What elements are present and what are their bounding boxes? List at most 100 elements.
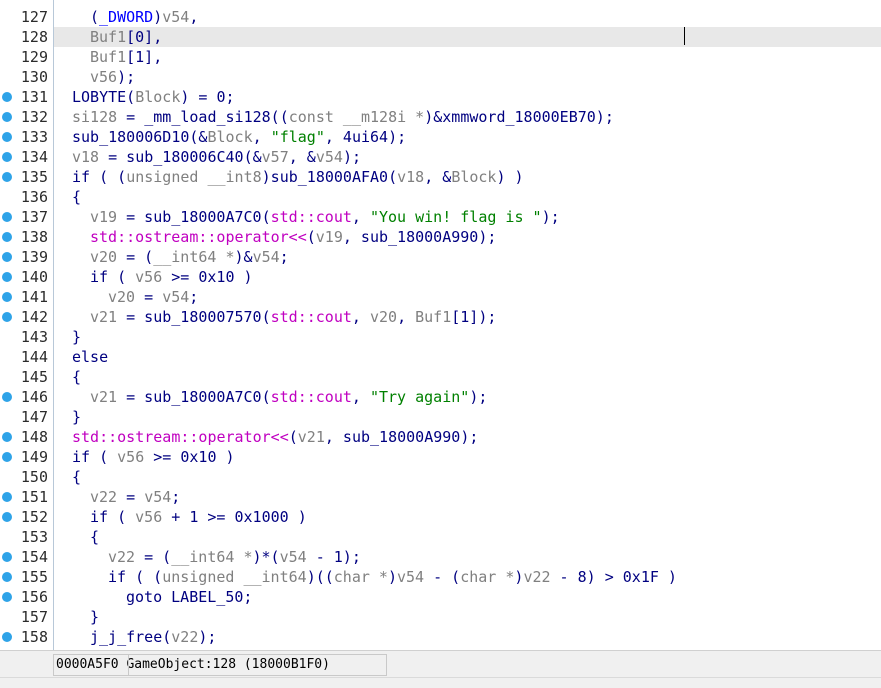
line-number-row[interactable]: 145 xyxy=(0,367,54,387)
code-token-var[interactable]: __int64 * xyxy=(153,248,234,266)
code-token-var[interactable]: unsigned __int64 xyxy=(162,568,307,586)
code-token-var[interactable]: v54 xyxy=(144,488,171,506)
code-line[interactable]: } xyxy=(54,607,881,627)
code-line[interactable]: v22 = (__int64 *)*(v54 - 1); xyxy=(54,547,881,567)
code-line[interactable]: v22 = v54; xyxy=(54,487,881,507)
breakpoint-marker-icon[interactable] xyxy=(2,492,12,502)
code-token-var[interactable]: Block xyxy=(207,128,252,146)
code-token-var[interactable]: v56 xyxy=(135,268,162,286)
code-token-var[interactable]: v19 xyxy=(316,228,343,246)
code-token-var[interactable]: v56 xyxy=(135,508,162,526)
code-line[interactable]: v19 = sub_18000A7C0(std::cout, "You win!… xyxy=(54,207,881,227)
code-line[interactable]: if ( (unsigned __int64)((char *)v54 - (c… xyxy=(54,567,881,587)
code-line[interactable]: if ( v56 >= 0x10 ) xyxy=(54,267,881,287)
code-token-var[interactable]: v18 xyxy=(72,148,99,166)
line-number-row[interactable]: 154 xyxy=(0,547,54,567)
code-token-std[interactable]: std::cout xyxy=(271,388,352,406)
code-line[interactable]: } xyxy=(54,407,881,427)
code-token-std[interactable]: std::ostream::operator<< xyxy=(72,428,289,446)
breakpoint-marker-icon[interactable] xyxy=(2,252,12,262)
line-number-row[interactable]: 130 xyxy=(0,67,54,87)
breakpoint-marker-icon[interactable] xyxy=(2,92,12,102)
code-token-std[interactable]: std::cout xyxy=(271,308,352,326)
code-token-var[interactable]: Block xyxy=(135,88,180,106)
code-token-var[interactable]: Buf1 xyxy=(90,48,126,66)
line-number-row[interactable]: 141 xyxy=(0,287,54,307)
line-number-row[interactable]: 131 xyxy=(0,87,54,107)
code-token-var[interactable]: v20 xyxy=(370,308,397,326)
code-line[interactable]: { xyxy=(54,367,881,387)
code-token-var[interactable]: v20 xyxy=(108,288,135,306)
code-token-var[interactable]: v22 xyxy=(108,548,135,566)
line-number-row[interactable]: 153 xyxy=(0,527,54,547)
code-token-str[interactable]: "You win! flag is " xyxy=(370,208,542,226)
line-number-row[interactable]: 142 xyxy=(0,307,54,327)
code-token-var[interactable]: v21 xyxy=(90,388,117,406)
code-line[interactable]: if ( v56 + 1 >= 0x1000 ) xyxy=(54,507,881,527)
breakpoint-marker-icon[interactable] xyxy=(2,392,12,402)
code-line[interactable]: { xyxy=(54,467,881,487)
breakpoint-marker-icon[interactable] xyxy=(2,152,12,162)
code-line[interactable]: v18 = sub_180006C40(&v57, &v54); xyxy=(54,147,881,167)
code-line[interactable]: j_j_free(v22); xyxy=(54,627,881,647)
line-number-row[interactable]: 138 xyxy=(0,227,54,247)
line-number-row[interactable]: 129 xyxy=(0,47,54,67)
code-line[interactable]: v21 = sub_180007570(std::cout, v20, Buf1… xyxy=(54,307,881,327)
breakpoint-marker-icon[interactable] xyxy=(2,132,12,142)
breakpoint-marker-icon[interactable] xyxy=(2,432,12,442)
code-line[interactable]: (_DWORD)v54, xyxy=(54,7,881,27)
code-token-var[interactable]: char * xyxy=(460,568,514,586)
code-token-var[interactable]: v54 xyxy=(316,148,343,166)
line-number-gutter[interactable]: 127 128 129 130 131 132 133 134 135 136 137 138 139 1… xyxy=(0,0,54,650)
line-number-row[interactable]: 134 xyxy=(0,147,54,167)
line-number-row[interactable]: 157 xyxy=(0,607,54,627)
code-line[interactable]: si128 = _mm_load_si128((const __m128i *)… xyxy=(54,107,881,127)
breakpoint-marker-icon[interactable] xyxy=(2,552,12,562)
code-token-var[interactable]: char * xyxy=(334,568,388,586)
code-line[interactable]: v20 = v54; xyxy=(54,287,881,307)
line-number-row[interactable]: 143 xyxy=(0,327,54,347)
code-token-var[interactable]: v19 xyxy=(90,208,117,226)
code-line[interactable]: } xyxy=(54,327,881,347)
code-line[interactable]: v20 = (__int64 *)&v54; xyxy=(54,247,881,267)
code-token-var[interactable]: unsigned __int8 xyxy=(126,168,261,186)
code-token-var[interactable]: si128 xyxy=(72,108,117,126)
code-area[interactable]: (_DWORD)v54, Buf1[0], Buf1[1], v56); LOBYTE(… xyxy=(54,0,881,650)
breakpoint-marker-icon[interactable] xyxy=(2,112,12,122)
breakpoint-marker-icon[interactable] xyxy=(2,592,12,602)
code-line[interactable]: if ( v56 >= 0x10 ) xyxy=(54,447,881,467)
code-token-glob[interactable]: _DWORD xyxy=(99,8,153,26)
line-number-row[interactable]: 146 xyxy=(0,387,54,407)
code-token-var[interactable]: v21 xyxy=(90,308,117,326)
breakpoint-marker-icon[interactable] xyxy=(2,272,12,282)
code-line[interactable]: Buf1[0], xyxy=(54,27,881,47)
line-number-row[interactable]: 155 xyxy=(0,567,54,587)
line-number-row[interactable]: 128 xyxy=(0,27,54,47)
breakpoint-marker-icon[interactable] xyxy=(2,572,12,582)
breakpoint-marker-icon[interactable] xyxy=(2,212,12,222)
code-token-var[interactable]: v54 xyxy=(162,8,189,26)
code-token-str[interactable]: "flag" xyxy=(271,128,325,146)
line-number-row[interactable]: 150 xyxy=(0,467,54,487)
line-number-row[interactable]: 139 xyxy=(0,247,54,267)
code-token-var[interactable]: __int64 * xyxy=(171,548,252,566)
breakpoint-marker-icon[interactable] xyxy=(2,312,12,322)
code-token-std[interactable]: std::ostream::operator<< xyxy=(90,228,307,246)
line-number-row[interactable]: 151 xyxy=(0,487,54,507)
code-token-var[interactable]: v21 xyxy=(298,428,325,446)
code-token-var[interactable]: const __m128i * xyxy=(289,108,424,126)
line-number-row[interactable]: 137 xyxy=(0,207,54,227)
code-token-var[interactable]: v20 xyxy=(90,248,117,266)
code-line[interactable]: { xyxy=(54,187,881,207)
code-token-var[interactable]: Block xyxy=(451,168,496,186)
code-token-var[interactable]: v54 xyxy=(253,248,280,266)
code-token-std[interactable]: std::cout xyxy=(271,208,352,226)
code-line[interactable]: std::ostream::operator<<(v19, sub_18000A… xyxy=(54,227,881,247)
breakpoint-marker-icon[interactable] xyxy=(2,452,12,462)
code-token-str[interactable]: "Try again" xyxy=(370,388,469,406)
code-token-var[interactable]: v22 xyxy=(171,628,198,646)
line-number-row[interactable]: 133 xyxy=(0,127,54,147)
code-token-var[interactable]: v57 xyxy=(262,148,289,166)
code-token-var[interactable]: Buf1 xyxy=(90,28,126,46)
line-number-row[interactable]: 158 xyxy=(0,627,54,647)
